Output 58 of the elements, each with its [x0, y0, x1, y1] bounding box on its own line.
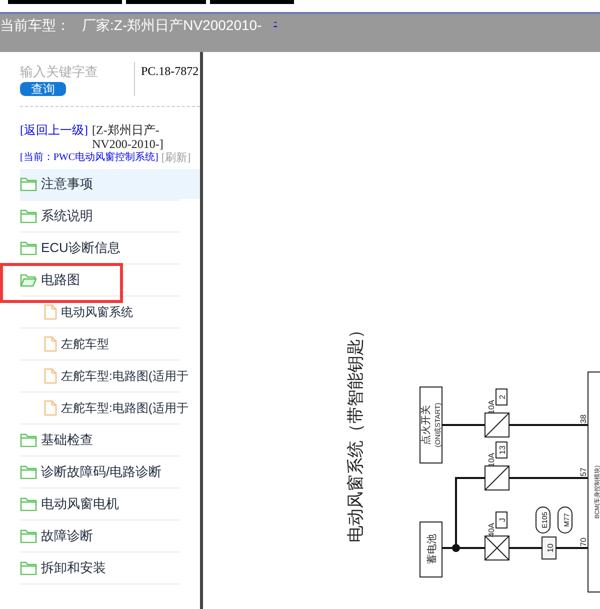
back-link[interactable]: [返回上一级] [20, 123, 88, 137]
tree-item[interactable]: 左舵车型 [20, 329, 200, 359]
fuse-number: J [498, 518, 507, 522]
document-icon [44, 304, 57, 320]
folder-icon [20, 241, 37, 255]
tree-item[interactable]: 系统说明 [20, 201, 200, 231]
connector-pin: 10 [546, 544, 555, 552]
fuse-symbol [484, 536, 510, 560]
tree-item[interactable]: 拆卸和安装 [20, 553, 200, 583]
part-code: PC.18-7872 [141, 63, 199, 80]
fuse-number-box [496, 512, 508, 528]
switch-label: 点火开关 [421, 405, 432, 445]
tree-item[interactable]: 故障诊断 [20, 521, 200, 551]
tree-item[interactable]: 诊断故障码/电路诊断 [20, 457, 200, 487]
header-label: 当前车型： [0, 16, 70, 35]
fuse-number: 13 [498, 446, 507, 454]
pin-number: 70 [579, 538, 588, 546]
vehicle-name: 厂家:Z-郑州日产NV2002010- [82, 16, 262, 35]
pin-number: 57 [579, 468, 588, 476]
folder-icon [20, 433, 37, 447]
current-link[interactable]: [当前：PWC电动风窗控制系统] [20, 151, 158, 165]
search-button[interactable]: 查询 [20, 82, 66, 96]
folder-icon [20, 561, 37, 575]
battery-label: 蓄电池 [427, 534, 438, 564]
tree-item[interactable]: 电动风窗系统 [20, 297, 200, 327]
document-icon [44, 336, 57, 352]
tree-item[interactable]: 左舵车型:电路图(适用于 [20, 361, 200, 391]
tree-item[interactable]: 左舵车型:电路图(适用于 [20, 393, 200, 423]
folder-icon [20, 465, 37, 479]
connector-tag [558, 506, 572, 534]
document-icon [44, 368, 57, 384]
pin-number: 38 [579, 414, 588, 424]
fuse-rating: 10A [487, 400, 496, 414]
folder-icon [20, 497, 37, 511]
connector-tag [536, 506, 550, 534]
fuse-number-box [496, 388, 508, 406]
folder-icon [20, 177, 37, 191]
header-link[interactable]: - [274, 15, 278, 30]
tree-item[interactable]: 电动风窗电机 [20, 489, 200, 519]
breadcrumb-text: [Z-郑州日产-NV200-2010-] [92, 123, 164, 151]
tree-item[interactable]: 电路图 [20, 265, 80, 295]
folder-icon [20, 209, 37, 223]
tree-item[interactable]: ECU诊断信息 [20, 233, 200, 263]
fuse-symbol [484, 466, 510, 490]
diagram-title: 电动风窗系统（带智能钥匙） [346, 322, 365, 542]
tree-item[interactable]: 基础检查 [20, 425, 200, 455]
open-folder-icon [20, 273, 37, 287]
folder-icon [20, 529, 37, 543]
connector-box [542, 536, 556, 560]
document-icon [44, 400, 57, 416]
fuse-rating: 10A [487, 452, 496, 468]
fuse-symbol [484, 412, 510, 438]
search-field[interactable]: 输入关键字查 [20, 62, 130, 82]
fuse-number: 2 [498, 394, 507, 400]
junction-dot [452, 544, 460, 552]
battery-box [420, 522, 442, 578]
tree-item[interactable]: 注意事项 [20, 169, 200, 199]
fuse-number-box [496, 442, 508, 458]
